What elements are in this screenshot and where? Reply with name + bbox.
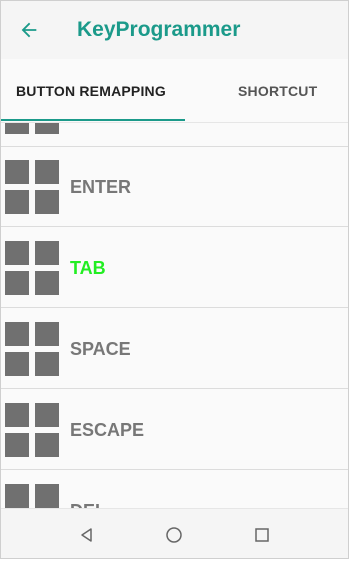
list-item-label: DEL xyxy=(70,471,106,509)
app-title: KeyProgrammer xyxy=(77,18,241,41)
tab-indicator xyxy=(1,119,185,121)
list-item-label: ESCAPE xyxy=(70,419,145,440)
grid-icon xyxy=(5,123,59,134)
app-frame: KeyProgrammer BUTTON REMAPPING SHORTCUT … xyxy=(0,0,349,559)
circle-home-icon xyxy=(166,527,182,543)
list-item-label: ENTER xyxy=(70,176,132,197)
app-bar: KeyProgrammer xyxy=(1,1,348,60)
list-item[interactable]: ESCAPE xyxy=(1,390,348,470)
tab-bar: BUTTON REMAPPING SHORTCUT xyxy=(1,59,348,123)
nav-back-button[interactable] xyxy=(75,523,99,547)
system-nav-bar xyxy=(1,508,348,558)
nav-recents-button[interactable] xyxy=(250,523,274,547)
nav-home-button[interactable] xyxy=(162,523,186,547)
list-item[interactable]: SPACE xyxy=(1,309,348,389)
grid-icon xyxy=(5,322,59,376)
list-item-label: TAB xyxy=(70,257,106,278)
list-item[interactable]: DEL xyxy=(1,471,348,508)
back-button[interactable] xyxy=(1,1,57,59)
list-item-label: SPACE xyxy=(70,338,131,359)
key-list[interactable]: ENTER TAB SPACE ESCAPE DEL xyxy=(1,123,348,508)
list-item[interactable]: ENTER xyxy=(1,147,348,227)
square-recents-icon xyxy=(255,528,269,542)
tab-button-remapping[interactable]: BUTTON REMAPPING xyxy=(16,59,166,122)
grid-icon xyxy=(5,241,59,295)
list-item[interactable]: TAB xyxy=(1,228,348,308)
triangle-back-icon xyxy=(81,528,92,542)
grid-icon xyxy=(5,484,59,508)
arrow-left-icon xyxy=(21,22,37,38)
grid-icon xyxy=(5,160,59,214)
tab-shortcut[interactable]: SHORTCUT xyxy=(238,59,317,122)
grid-icon xyxy=(5,403,59,457)
list-item[interactable] xyxy=(1,123,348,147)
